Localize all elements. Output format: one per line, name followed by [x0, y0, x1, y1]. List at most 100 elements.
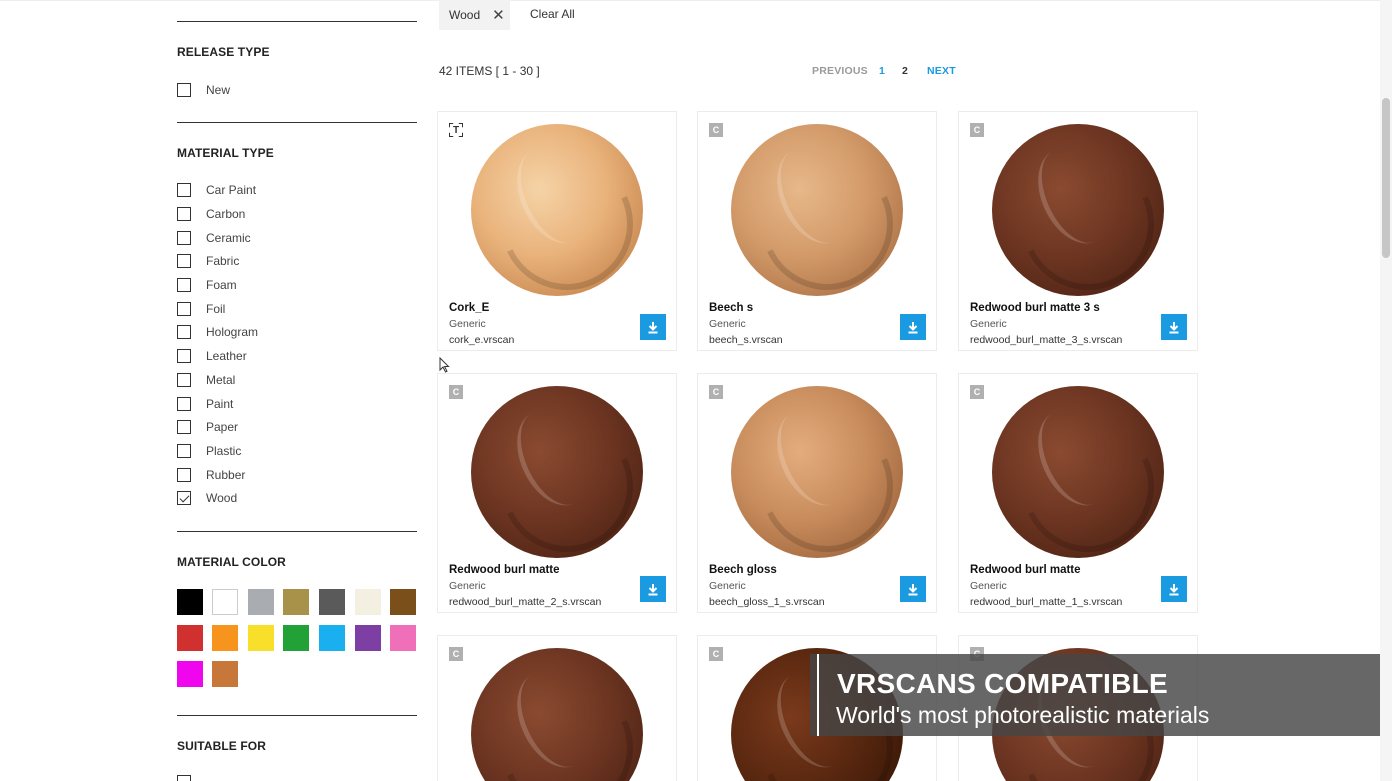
material-card[interactable]: C Redwood burl matte Generic redwood_bur…	[437, 373, 677, 613]
checkbox[interactable]	[177, 444, 191, 458]
checkbox-checked[interactable]	[177, 491, 191, 505]
filter-label: Plastic	[206, 444, 242, 458]
filter-material-ceramic[interactable]: Ceramic	[177, 230, 251, 246]
material-preview[interactable]	[471, 648, 643, 781]
sidebar-divider	[177, 21, 417, 22]
color-swatch-orange[interactable]	[212, 625, 238, 651]
material-name[interactable]: Beech s	[709, 302, 753, 314]
filter-material-paper[interactable]: Paper	[177, 419, 238, 435]
checkbox[interactable]	[177, 278, 191, 292]
filter-label: Fabric	[206, 254, 240, 268]
material-name[interactable]: Redwood burl matte	[449, 564, 560, 576]
filter-material-carbon[interactable]: Carbon	[177, 206, 245, 222]
vertical-scrollbar[interactable]	[1380, 0, 1392, 781]
checkbox[interactable]	[177, 373, 191, 387]
download-icon	[648, 583, 658, 595]
color-swatch-red[interactable]	[177, 625, 203, 651]
chip-label: Wood	[449, 8, 481, 22]
color-swatch-grey[interactable]	[248, 589, 274, 615]
color-swatch-beige[interactable]	[355, 589, 381, 615]
material-card[interactable]: C	[437, 635, 677, 781]
download-button[interactable]	[640, 576, 666, 602]
material-type: Generic	[970, 580, 1007, 592]
color-swatch-pink[interactable]	[390, 625, 416, 651]
type-badge-icon: C	[970, 123, 984, 137]
material-card[interactable]: C Redwood burl matte 3 s Generic redwood…	[958, 111, 1198, 351]
checkbox[interactable]	[177, 775, 191, 781]
checkbox[interactable]	[177, 397, 191, 411]
scrollbar-thumb[interactable]	[1382, 98, 1390, 258]
download-button[interactable]	[900, 314, 926, 340]
filter-material-plastic[interactable]: Plastic	[177, 443, 241, 459]
material-preview[interactable]	[731, 386, 903, 558]
checkbox[interactable]	[177, 231, 191, 245]
checkbox[interactable]	[177, 420, 191, 434]
pagination-next[interactable]: NEXT	[927, 65, 956, 77]
checkbox[interactable]	[177, 349, 191, 363]
material-type: Generic	[709, 580, 746, 592]
banner-subtitle: World's most photorealistic materials	[836, 702, 1210, 728]
type-badge-icon: C	[970, 385, 984, 399]
filter-material-fabric[interactable]: Fabric	[177, 253, 239, 269]
download-button[interactable]	[1161, 314, 1187, 340]
filter-material-car-paint[interactable]: Car Paint	[177, 182, 256, 198]
material-name[interactable]: Cork_E	[449, 302, 489, 314]
filter-material-wood[interactable]: Wood	[177, 490, 237, 506]
material-preview[interactable]	[731, 124, 903, 296]
download-icon	[648, 321, 658, 333]
material-card[interactable]: T Cork_E Generic cork_e.vrscan	[437, 111, 677, 351]
checkbox[interactable]	[177, 468, 191, 482]
pagination-previous[interactable]: PREVIOUS	[812, 65, 868, 77]
download-button[interactable]	[640, 314, 666, 340]
material-type: Generic	[709, 318, 746, 330]
material-color-title: MATERIAL COLOR	[177, 555, 286, 569]
filter-suitable-partial[interactable]	[177, 774, 191, 781]
download-button[interactable]	[900, 576, 926, 602]
filter-material-rubber[interactable]: Rubber	[177, 467, 245, 483]
color-swatch-copper[interactable]	[212, 661, 238, 687]
color-swatch-black[interactable]	[177, 589, 203, 615]
material-preview[interactable]	[471, 124, 643, 296]
color-swatch-yellow[interactable]	[248, 625, 274, 651]
pagination-page-1[interactable]: 1	[879, 65, 885, 77]
checkbox[interactable]	[177, 325, 191, 339]
clear-all-link[interactable]: Clear All	[530, 7, 575, 21]
filter-material-foil[interactable]: Foil	[177, 301, 225, 317]
color-swatch-white[interactable]	[212, 589, 238, 615]
color-swatch-purple[interactable]	[355, 625, 381, 651]
filter-material-paint[interactable]: Paint	[177, 396, 233, 412]
checkbox[interactable]	[177, 183, 191, 197]
material-card[interactable]: C Redwood burl matte Generic redwood_bur…	[958, 373, 1198, 613]
color-swatch-gold[interactable]	[283, 589, 309, 615]
type-badge-icon: C	[709, 385, 723, 399]
material-card[interactable]: C Beech s Generic beech_s.vrscan	[697, 111, 937, 351]
checkbox[interactable]	[177, 302, 191, 316]
checkbox[interactable]	[177, 207, 191, 221]
top-border	[0, 0, 1380, 1]
material-preview[interactable]	[992, 124, 1164, 296]
material-name[interactable]: Redwood burl matte 3 s	[970, 302, 1100, 314]
pagination-page-2[interactable]: 2	[902, 65, 908, 77]
active-filter-chip[interactable]: Wood ✕	[439, 0, 510, 30]
close-icon[interactable]: ✕	[492, 8, 505, 23]
filter-material-foam[interactable]: Foam	[177, 277, 237, 293]
material-card[interactable]: C Beech gloss Generic beech_gloss_1_s.vr…	[697, 373, 937, 613]
material-preview[interactable]	[992, 386, 1164, 558]
type-badge-icon: T	[449, 123, 463, 137]
color-swatch-brown[interactable]	[390, 589, 416, 615]
checkbox[interactable]	[177, 254, 191, 268]
color-swatch-blue[interactable]	[319, 625, 345, 651]
material-name[interactable]: Redwood burl matte	[970, 564, 1081, 576]
color-swatch-dark-grey[interactable]	[319, 589, 345, 615]
download-button[interactable]	[1161, 576, 1187, 602]
color-swatch-green[interactable]	[283, 625, 309, 651]
material-name[interactable]: Beech gloss	[709, 564, 777, 576]
filter-material-hologram[interactable]: Hologram	[177, 324, 258, 340]
filter-release-new[interactable]: New	[177, 82, 230, 98]
checkbox[interactable]	[177, 83, 191, 97]
sidebar-divider	[177, 531, 417, 532]
filter-material-metal[interactable]: Metal	[177, 372, 235, 388]
color-swatch-magenta[interactable]	[177, 661, 203, 687]
filter-material-leather[interactable]: Leather	[177, 348, 247, 364]
material-preview[interactable]	[471, 386, 643, 558]
